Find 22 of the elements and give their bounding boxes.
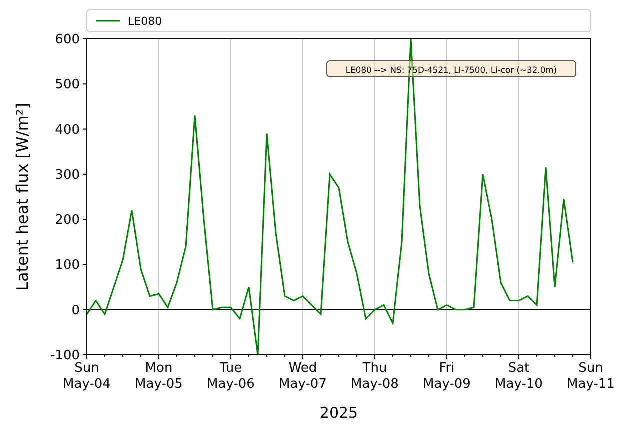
- y-tick-label: 0: [72, 303, 80, 318]
- x-tick-label: Sun May-11: [567, 361, 615, 392]
- legend: LE080: [86, 10, 592, 32]
- annotation: LE080 --> NS: 75D-4521, LI-7500, Li-cor (~32.0m): [346, 65, 558, 75]
- x-axis-label: 2025: [320, 404, 358, 422]
- x-tick-label: Wed May-07: [279, 361, 327, 392]
- annotation: LE080 --> NS: 75D-4521, LI-7500, Li-cor (~32.0m): [326, 60, 576, 78]
- y-tick-label: 200: [55, 213, 80, 228]
- y-tick-label: 400: [55, 122, 80, 138]
- y-axis-label: Latent heat flux [W/m²]: [13, 103, 32, 291]
- y-tick-label: 100: [55, 258, 80, 274]
- y-tick-label: 500: [55, 78, 80, 93]
- y-tick-label: -100: [50, 348, 80, 364]
- x-tick-label: Sun May-04: [63, 361, 111, 392]
- y-tick-label: 300: [55, 168, 80, 183]
- x-tick-label: Sat May-10: [495, 361, 543, 392]
- x-tick-label: Mon May-05: [135, 361, 183, 392]
- x-tick-label: Tue May-06: [207, 361, 255, 392]
- x-tick-label: Fri May-09: [423, 361, 471, 392]
- y-tick-label: 600: [55, 32, 80, 48]
- legend-label: LE080: [128, 15, 162, 28]
- x-tick-label: Thu May-08: [351, 361, 399, 392]
